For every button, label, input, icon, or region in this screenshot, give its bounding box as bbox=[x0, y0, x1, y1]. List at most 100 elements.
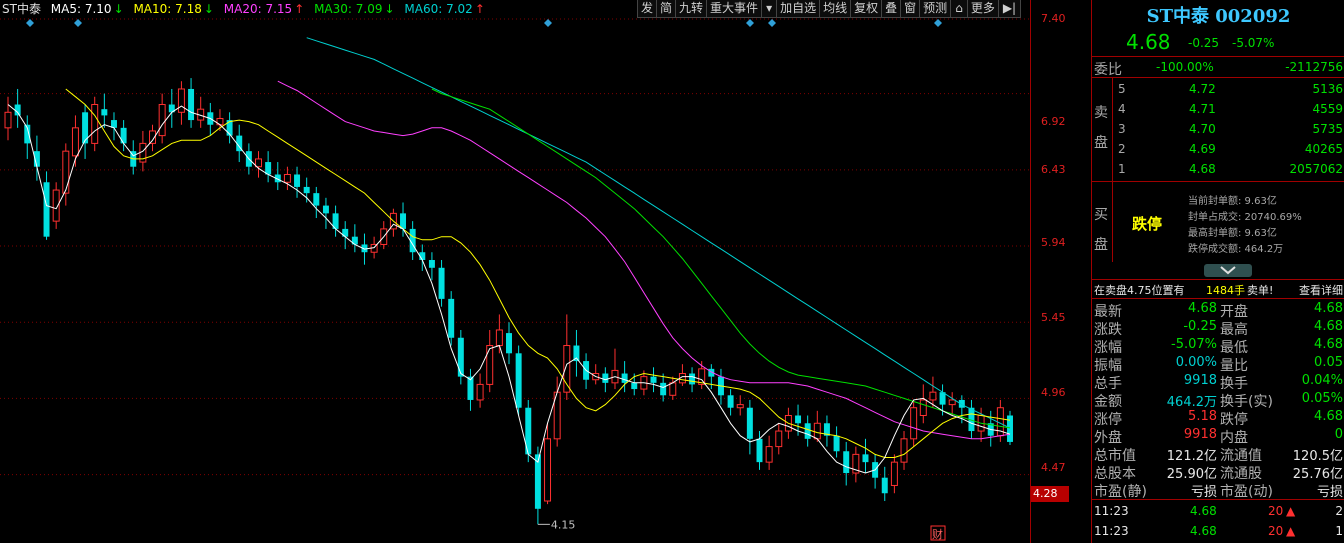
toolbar-overlay-button[interactable]: 叠 bbox=[881, 0, 902, 18]
candle-body bbox=[746, 407, 753, 439]
stat-value: 0.00% bbox=[1175, 355, 1217, 370]
seal-info: 当前封单额: 9.63亿 bbox=[1188, 196, 1277, 207]
stat-label: 市盈(静) bbox=[1094, 484, 1147, 500]
toolbar-simple-button[interactable]: 简 bbox=[656, 0, 677, 18]
candle-body bbox=[448, 298, 455, 338]
axis-label: 5.94 bbox=[1041, 236, 1066, 249]
toolbar-dropdown-icon[interactable]: ▾ bbox=[761, 0, 778, 18]
axis-label: 5.45 bbox=[1041, 311, 1066, 324]
candle-body bbox=[544, 438, 552, 502]
stat-value: -0.25 bbox=[1183, 319, 1217, 334]
kline-chart-area[interactable]: 4.15 财 ST中泰 MA5: 7.10 ↓ MA10: 7.18 ↓ MA20: … bbox=[0, 0, 1030, 543]
limit-down-badge: 跌停 bbox=[1132, 215, 1163, 233]
candle-body bbox=[177, 88, 185, 113]
legend-stock-name: ST中泰 bbox=[2, 2, 41, 16]
candle-body bbox=[669, 382, 677, 396]
candle-body bbox=[313, 193, 320, 206]
stats-row: 总市值 121.2亿 流通值 120.5亿 bbox=[1092, 444, 1344, 464]
stat-value: -5.07% bbox=[1171, 337, 1217, 352]
stats-row: 最新 4.68 开盘 4.68 bbox=[1092, 300, 1344, 320]
candle-body bbox=[14, 104, 21, 116]
candle-body bbox=[727, 395, 734, 408]
candle-body bbox=[813, 422, 821, 440]
toolbar-forecast-button[interactable]: 预测 bbox=[919, 0, 952, 18]
stat-value: 4.68 bbox=[1314, 409, 1343, 424]
finance-marker-label: 财 bbox=[932, 527, 943, 541]
candle-body bbox=[881, 477, 888, 494]
toolbar-home-icon[interactable]: ⌂ bbox=[950, 0, 968, 18]
stats-row: 涨跌 -0.25 最高 4.68 bbox=[1092, 318, 1344, 338]
ma5-line bbox=[7, 104, 1011, 474]
stat-value: 9918 bbox=[1183, 373, 1217, 388]
current-price-tag: 4.28 bbox=[1031, 486, 1069, 502]
trade-row: 11:23 4.68 20 ▲ 1 bbox=[1094, 524, 1343, 538]
ask-row[interactable]: 2 4.69 40265 bbox=[1092, 139, 1344, 159]
last-price: 4.68 bbox=[1126, 30, 1171, 54]
toolbar-more-button[interactable]: 更多 bbox=[966, 0, 999, 18]
toolbar-fa-button[interactable]: 发 bbox=[637, 0, 658, 18]
stock-title: ST中泰 002092 bbox=[1146, 6, 1291, 27]
candle-body bbox=[486, 345, 494, 385]
candle-body bbox=[756, 438, 763, 463]
legend-ma30: MA30: 7.09 ↓ bbox=[314, 2, 395, 16]
seal-info: 封单占成交: 20740.69% bbox=[1188, 212, 1302, 223]
stat-value: 4.68 bbox=[1314, 337, 1343, 352]
candle-body bbox=[495, 329, 503, 347]
toolbar-add-watchlist-button[interactable]: 加自选 bbox=[776, 0, 821, 18]
toolbar-major-events-button[interactable]: 重大事件 bbox=[706, 0, 763, 18]
candle-body bbox=[843, 451, 850, 474]
candle-body bbox=[736, 404, 744, 409]
axis-label: 6.92 bbox=[1041, 115, 1066, 128]
view-detail-link[interactable]: 查看详细 bbox=[1299, 282, 1343, 298]
candle-body bbox=[929, 391, 937, 401]
stat-value: 4.68 bbox=[1314, 319, 1343, 334]
stat-value: 0.04% bbox=[1301, 373, 1343, 388]
candle-body bbox=[120, 127, 127, 144]
candle-body bbox=[765, 446, 773, 463]
candle-body bbox=[795, 415, 802, 424]
toolbar-nine-turn-button[interactable]: 九转 bbox=[675, 0, 708, 18]
trade-row: 11:23 4.68 20 ▲ 2 bbox=[1094, 504, 1343, 518]
event-marker-icon bbox=[544, 19, 552, 27]
ask-row[interactable]: 3 4.70 5735 bbox=[1092, 119, 1344, 139]
toolbar-adjust-button[interactable]: 复权 bbox=[850, 0, 883, 18]
quote-panel: ST中泰 002092 4.68 -0.25 -5.07% 委比 -100.00… bbox=[1091, 0, 1344, 543]
legend-ma60: MA60: 7.02 ↑ bbox=[404, 2, 485, 16]
candle-body bbox=[101, 109, 108, 116]
alert-ticker[interactable]: 在卖盘4.75位置有 1484手 卖单! 查看详细 bbox=[1092, 281, 1344, 297]
toolbar-window-button[interactable]: 窗 bbox=[900, 0, 921, 18]
ask-row[interactable]: 5 4.72 5136 bbox=[1092, 79, 1344, 99]
low-annotation-label: 4.15 bbox=[551, 518, 576, 531]
price-change-pct: -5.07% bbox=[1232, 36, 1275, 50]
ask-row[interactable]: 4 4.71 4559 bbox=[1092, 99, 1344, 119]
up-arrow-icon: ▲ bbox=[1286, 524, 1296, 538]
candle-body bbox=[631, 382, 638, 390]
toolbar-ma-button[interactable]: 均线 bbox=[819, 0, 852, 18]
stat-value: 9918 bbox=[1183, 427, 1217, 442]
candle-body bbox=[919, 399, 927, 416]
toolbar-expand-icon[interactable]: ▶| bbox=[997, 0, 1022, 18]
stat-value: 0 bbox=[1334, 427, 1343, 442]
seal-info: 跌停成交额: 464.2万 bbox=[1188, 244, 1284, 255]
stat-value: 5.18 bbox=[1188, 409, 1217, 424]
candle-body bbox=[457, 337, 464, 377]
ask-row[interactable]: 1 4.68 2057062 bbox=[1092, 159, 1344, 179]
price-row: 4.68 -0.25 -5.07% bbox=[1092, 30, 1344, 54]
collapse-toggle[interactable] bbox=[1204, 264, 1252, 277]
candle-body bbox=[660, 382, 667, 396]
buy-side-label: 盘 bbox=[1094, 237, 1108, 253]
stat-value: 4.68 bbox=[1314, 301, 1343, 316]
event-marker-icon bbox=[26, 19, 34, 27]
legend-ma20: MA20: 7.15 ↑ bbox=[223, 2, 305, 16]
candle-body bbox=[650, 376, 657, 383]
ma10-line bbox=[65, 88, 1011, 458]
candle-body bbox=[255, 158, 262, 168]
candle-body bbox=[43, 182, 50, 237]
price-change: -0.25 bbox=[1188, 36, 1220, 50]
chevron-down-icon bbox=[1220, 266, 1236, 275]
candle-body bbox=[910, 407, 918, 440]
kline-chart[interactable]: 4.15 财 bbox=[0, 0, 1030, 543]
stat-value: 亏损 bbox=[1190, 485, 1217, 500]
candle-body bbox=[804, 423, 811, 439]
chart-toolbar: 发 简 九转 重大事件 ▾ 加自选 均线 复权 叠 窗 预测 ⌂ 更多 ▶| bbox=[637, 0, 1022, 19]
